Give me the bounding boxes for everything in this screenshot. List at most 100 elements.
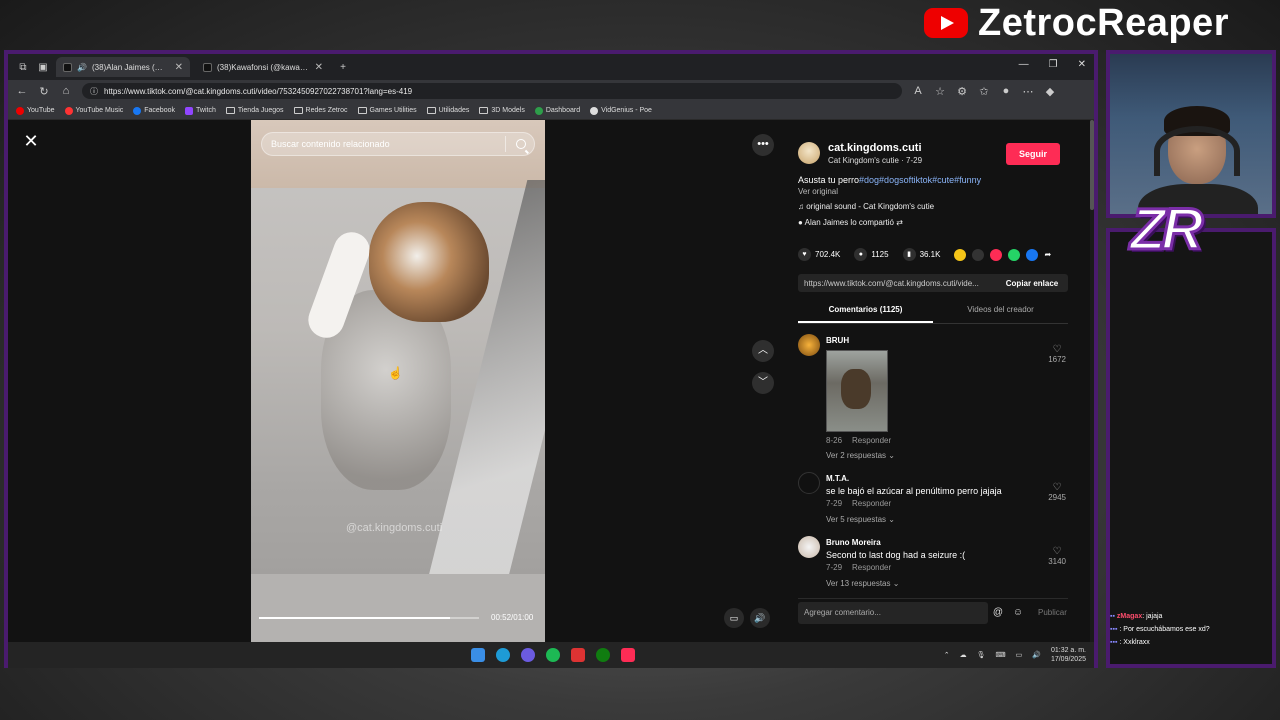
scrollbar-thumb[interactable] [1090, 120, 1094, 210]
site-info-icon[interactable]: ⓘ [90, 86, 98, 97]
tab-alan-jaimes[interactable]: 🔊 (38)Alan Jaimes (@alan.jaimes ✕ [56, 57, 190, 77]
creator-username[interactable]: cat.kingdoms.cuti [828, 142, 922, 154]
bookmark-youtube[interactable]: YouTube [16, 106, 55, 115]
profile-icon[interactable]: ● [1000, 85, 1012, 97]
previous-video-button[interactable]: ︿ [752, 340, 774, 362]
new-tab-icon[interactable]: + [336, 60, 350, 74]
tab-actions-icon[interactable]: ▣ [36, 60, 50, 74]
creator-subline: Cat Kingdom's cutie · 7-29 [828, 156, 923, 165]
bookmark-3d-models[interactable]: 3D Models [479, 107, 525, 114]
view-replies-link[interactable]: Ver 2 respuestas ⌄ [826, 451, 895, 460]
bookmark-tienda-juegos[interactable]: Tienda Juegos [225, 107, 284, 114]
creator-avatar[interactable] [798, 142, 820, 164]
home-icon[interactable]: ⌂ [60, 85, 72, 97]
start-icon[interactable] [471, 648, 485, 662]
close-tab-icon[interactable]: ✕ [175, 62, 183, 73]
spotify-icon[interactable] [546, 648, 560, 662]
app-red-icon[interactable] [571, 648, 585, 662]
save-stat[interactable]: ▮ 36.1K [902, 248, 940, 261]
mention-icon[interactable]: @ [988, 607, 1008, 618]
reply-button[interactable]: Responder [852, 563, 891, 572]
video-progress-bar[interactable] [259, 617, 479, 619]
see-original-link[interactable]: Ver original [798, 187, 838, 196]
teams-icon[interactable] [521, 648, 535, 662]
copy-link-button[interactable]: Copiar enlace [996, 279, 1068, 288]
close-video-button[interactable]: ✕ [22, 132, 40, 150]
comment-input[interactable]: Agregar comentario... [798, 601, 988, 624]
comment-like[interactable]: ♡ 2945 [1048, 482, 1066, 502]
clock[interactable]: 01:32 a. m. 17/09/2025 [1051, 646, 1086, 664]
microphone-icon[interactable]: 🎙 [977, 651, 986, 659]
comment-image[interactable] [826, 350, 888, 432]
sound-link[interactable]: ♫ original sound - Cat Kingdom's cutie [798, 202, 934, 211]
tab-comments[interactable]: Comentarios (1125) [798, 302, 933, 323]
comment-like[interactable]: ♡ 3140 [1048, 546, 1066, 566]
close-window-icon[interactable]: ✕ [1078, 59, 1086, 70]
edge-icon[interactable] [496, 648, 510, 662]
reply-button[interactable]: Responder [852, 436, 891, 445]
picture-in-picture-button[interactable]: ▭ [724, 608, 744, 628]
webcam-feed [1106, 50, 1276, 218]
emoji-icon[interactable]: ☺ [1008, 607, 1028, 618]
favorite-icon[interactable]: ☆ [934, 85, 946, 98]
bookmark-vidgenius[interactable]: VidGenius - Poe [590, 106, 652, 115]
bookmark-twitch[interactable]: Twitch [185, 106, 216, 115]
bookmark-utilidades[interactable]: Utilidades [426, 107, 469, 114]
read-aloud-icon[interactable]: A [912, 85, 924, 97]
publish-button[interactable]: Publicar [1038, 608, 1067, 617]
bookmark-redes-zetroc[interactable]: Redes Zetroc [293, 107, 348, 114]
view-replies-link[interactable]: Ver 13 respuestas ⌄ [826, 579, 899, 588]
related-search-input[interactable]: Buscar contenido relacionado [261, 132, 535, 156]
back-icon[interactable]: ← [16, 85, 28, 97]
menu-icon[interactable]: ⋯ [1022, 85, 1034, 98]
cloud-icon[interactable]: ☁ [960, 651, 967, 659]
tiktok-app-icon[interactable] [621, 648, 635, 662]
search-icon[interactable] [516, 139, 526, 149]
comment-like[interactable]: ♡ 1672 [1048, 344, 1066, 364]
view-replies-link[interactable]: Ver 5 respuestas ⌄ [826, 515, 895, 524]
maximize-icon[interactable]: ❐ [1049, 59, 1058, 70]
commenter-avatar[interactable] [798, 536, 820, 558]
volume-tray-icon[interactable]: 🔊 [1032, 651, 1041, 659]
volume-button[interactable]: 🔊 [750, 608, 770, 628]
commenter-name[interactable]: BRUH [826, 336, 849, 345]
bookmark-youtube-music[interactable]: YouTube Music [64, 106, 123, 115]
bookmark-games-utilities[interactable]: Games Utilities [357, 107, 417, 114]
chevron-up-icon[interactable]: ⌃ [944, 651, 950, 659]
video-player[interactable]: Buscar contenido relacionado @cat.kingdo… [251, 120, 545, 642]
whatsapp-icon[interactable] [1008, 248, 1021, 261]
commenter-avatar[interactable] [798, 334, 820, 356]
page-scrollbar[interactable] [1090, 120, 1094, 642]
follow-button[interactable]: Seguir [1006, 143, 1060, 165]
commenter-name[interactable]: Bruno Moreira [826, 538, 881, 547]
close-tab-icon[interactable]: ✕ [315, 62, 323, 73]
more-options-button[interactable]: ••• [752, 134, 774, 156]
tab-creator-videos[interactable]: Videos del creador [933, 302, 1068, 323]
commenter-avatar[interactable] [798, 472, 820, 494]
commenter-name[interactable]: M.T.A. [826, 474, 849, 483]
minimize-icon[interactable]: — [1019, 59, 1029, 70]
extensions-icon[interactable]: ⚙ [956, 85, 968, 98]
speaker-icon[interactable]: 🔊 [77, 63, 87, 72]
workspaces-icon[interactable]: ⧉ [16, 60, 30, 74]
share-arrow-icon[interactable]: ➦ [1044, 250, 1051, 259]
like-stat[interactable]: ♥ 702.4K [798, 248, 840, 261]
collections-icon[interactable]: ✩ [978, 85, 990, 98]
tab-kawafonsi[interactable]: (38)Kawafonsi (@kawafonsii) | Tik ✕ [196, 57, 330, 77]
copilot-icon[interactable]: ◆ [1044, 85, 1056, 98]
reply-button[interactable]: Responder [852, 499, 891, 508]
hashtags[interactable]: #dog#dogsoftiktok#cute#funny [859, 175, 981, 185]
next-video-button[interactable]: ﹀ [752, 372, 774, 394]
keyboard-icon[interactable]: ⌨ [996, 651, 1006, 659]
coin-share-icon[interactable] [954, 248, 967, 261]
send-share-icon[interactable] [990, 248, 1003, 261]
xbox-icon[interactable] [596, 648, 610, 662]
comment-stat[interactable]: ● 1125 [854, 248, 889, 261]
bookmark-facebook[interactable]: Facebook [133, 106, 175, 115]
embed-icon[interactable] [972, 248, 985, 261]
network-icon[interactable]: ▭ [1016, 651, 1023, 659]
reload-icon[interactable]: ↻ [38, 85, 50, 98]
url-field[interactable]: ⓘ https://www.tiktok.com/@cat.kingdoms.c… [82, 83, 902, 99]
bookmark-dashboard[interactable]: Dashboard [534, 106, 580, 115]
facebook-share-icon[interactable] [1026, 248, 1039, 261]
